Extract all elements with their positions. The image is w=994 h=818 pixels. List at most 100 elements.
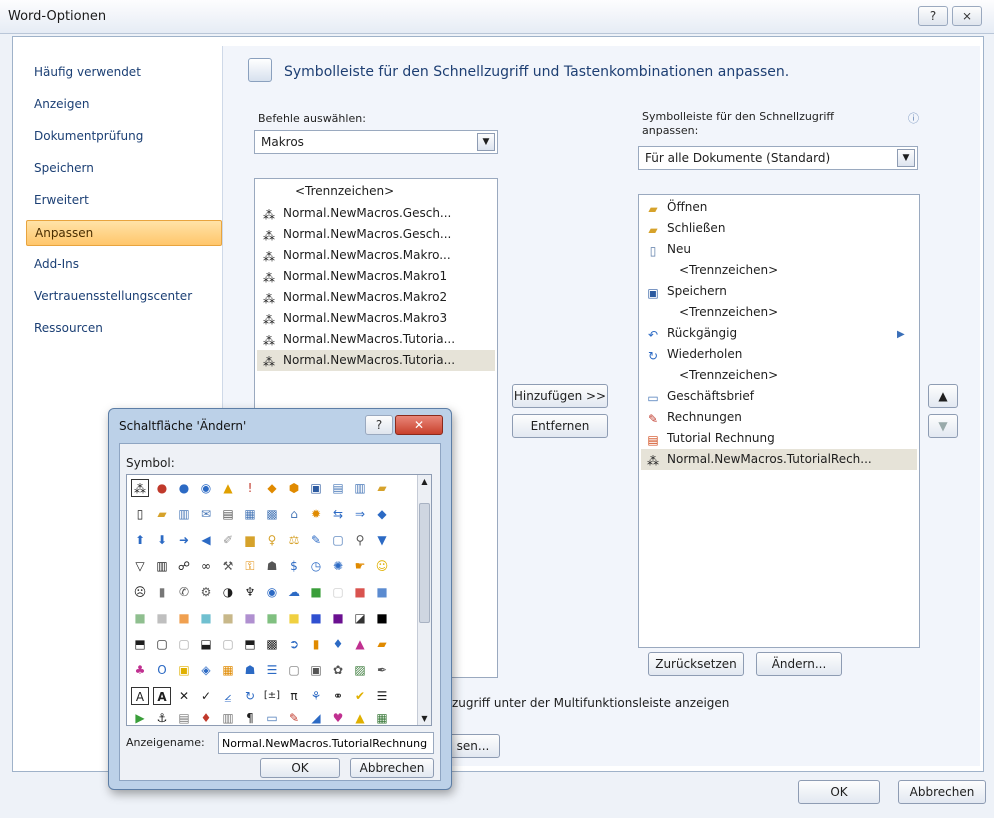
circle-icon[interactable]: ◉ <box>197 479 215 497</box>
key-icon[interactable]: ⚿ <box>241 557 259 575</box>
stop-icon[interactable]: ● <box>153 479 171 497</box>
lock-icon[interactable]: ▆ <box>241 531 259 549</box>
smiley-icon[interactable]: ☺ <box>373 557 391 575</box>
remove-button[interactable]: Entfernen <box>512 414 608 438</box>
person-icon[interactable]: ☗ <box>263 557 281 575</box>
chevron-down-icon[interactable]: ▼ <box>897 149 915 167</box>
close-button[interactable]: ⨯ <box>952 6 982 26</box>
group-icon[interactable]: ☗ <box>241 661 259 679</box>
shapes-icon[interactable]: ♣ <box>131 661 149 679</box>
copy-icon[interactable]: ▥ <box>351 479 369 497</box>
dialog-help-button[interactable]: ? <box>365 415 393 435</box>
list-item[interactable]: <Trennzeichen> <box>641 260 778 281</box>
warning-icon[interactable]: ▲ <box>219 479 237 497</box>
book-open-icon[interactable]: ▭ <box>263 709 281 727</box>
empty-square-icon[interactable]: ▢ <box>219 635 237 653</box>
customize-keyboard-button[interactable]: sen... <box>446 734 500 758</box>
glasses-icon[interactable]: ∞ <box>197 557 215 575</box>
tools-icon[interactable]: ⚒ <box>219 557 237 575</box>
refresh-icon[interactable]: ↻ <box>241 687 259 705</box>
blue-square-icon[interactable]: ■ <box>373 583 391 601</box>
list-item[interactable]: ▤ Tutorial Rechnung <box>641 428 774 449</box>
toolbar-scope-combo[interactable]: Für alle Dokumente (Standard) ▼ <box>638 146 918 170</box>
red-square-icon[interactable]: ■ <box>351 583 369 601</box>
symbol-grid[interactable]: ⁂ ● ● ◉ ▲ ! ◆ ⬢ ▣ ▤ ▥ ▰ ▯ ▰ ▥ ✉ ▤ ▦ ▩ ⌂ … <box>126 474 432 726</box>
sync-icon[interactable]: ⇆ <box>329 505 347 523</box>
table-icon[interactable]: ▦ <box>373 709 391 727</box>
lavender-swatch-icon[interactable]: ■ <box>241 609 259 627</box>
right-arrow-icon[interactable]: ➜ <box>175 531 193 549</box>
top-half-icon[interactable]: ⬒ <box>241 635 259 653</box>
list-item[interactable]: ⁂ Normal.NewMacros.Tutoria... <box>257 329 455 350</box>
list-item[interactable]: ⁂ Normal.NewMacros.Makro3 <box>257 308 447 329</box>
nav-item-dokumentpruefung[interactable]: Dokumentprüfung <box>26 124 222 150</box>
scroll-down-icon[interactable]: ▼ <box>419 714 430 723</box>
list-item[interactable]: ⁂ Normal.NewMacros.Makro... <box>257 245 451 266</box>
pencil-icon[interactable]: ✎ <box>307 531 325 549</box>
list-item[interactable]: ↶ Rückgängig <box>641 323 737 344</box>
info-icon[interactable]: ● <box>175 479 193 497</box>
down-arrow-icon[interactable]: ⬇ <box>153 531 171 549</box>
white-square-icon[interactable]: ▢ <box>329 583 347 601</box>
half-black-icon[interactable]: ⬒ <box>131 635 149 653</box>
mint-swatch-icon[interactable]: ■ <box>263 609 281 627</box>
contrast-icon[interactable]: ◑ <box>219 583 237 601</box>
green-swatch-icon[interactable]: ■ <box>131 609 149 627</box>
modify-button[interactable]: Ändern... <box>756 652 842 676</box>
triangle-chart-icon[interactable]: ◢ <box>307 709 325 727</box>
image-icon[interactable]: ▣ <box>307 661 325 679</box>
back-icon[interactable]: ◀ <box>197 531 215 549</box>
nav-item-vertrauensstellungscenter[interactable]: Vertrauensstellungscenter <box>26 284 222 310</box>
sun-icon[interactable]: ✹ <box>307 505 325 523</box>
list-item[interactable]: ▰ Öffnen <box>641 197 707 218</box>
preview-icon[interactable]: ▦ <box>241 505 259 523</box>
purple-swatch-icon[interactable]: ■ <box>329 609 347 627</box>
shield-icon[interactable]: ⬢ <box>285 479 303 497</box>
paste-icon[interactable]: ▥ <box>175 505 193 523</box>
line-chart-icon[interactable]: ⦤ <box>219 687 237 705</box>
magnifier-icon[interactable]: ⚲ <box>351 531 369 549</box>
printer-setup-icon[interactable]: ▤ <box>175 709 193 727</box>
paragraph-icon[interactable]: ¶ <box>241 709 259 727</box>
heart-icon[interactable]: ♥ <box>329 709 347 727</box>
anchor-icon[interactable]: ⚓ <box>153 709 171 727</box>
area-chart-icon[interactable]: ▲ <box>351 635 369 653</box>
checkmark-icon[interactable]: ✔ <box>351 687 369 705</box>
sparkle-icon[interactable]: ✺ <box>329 557 347 575</box>
cyan-swatch-icon[interactable]: ■ <box>197 609 215 627</box>
bottom-half-icon[interactable]: ⬓ <box>197 635 215 653</box>
filter-icon[interactable]: ▼ <box>373 531 391 549</box>
commands-combo[interactable]: Makros ▼ <box>254 130 498 154</box>
list-item[interactable]: ⁂ Normal.NewMacros.Makro1 <box>257 266 447 287</box>
show-below-ribbon-label[interactable]: zugriff unter der Multifunktionsleiste a… <box>452 696 729 710</box>
list-item[interactable]: ▭ Geschäftsbrief <box>641 386 754 407</box>
navy-swatch-icon[interactable]: ■ <box>307 609 325 627</box>
bulb-icon[interactable]: ♀ <box>263 531 281 549</box>
list-item[interactable]: ▣ Speichern <box>641 281 727 302</box>
nav-item-anpassen[interactable]: Anpassen <box>26 220 222 246</box>
chevron-right-icon[interactable]: ▶ <box>897 329 905 340</box>
copy-pages-icon[interactable]: ▥ <box>219 709 237 727</box>
light-square-icon[interactable]: ▢ <box>175 635 193 653</box>
symbol-grid-scrollbar[interactable]: ▲ ▼ <box>417 475 431 725</box>
cloud-icon[interactable]: ☁ <box>285 583 303 601</box>
nav-item-haeufig[interactable]: Häufig verwendet <box>26 60 222 86</box>
stacked-icon[interactable]: ▰ <box>373 635 391 653</box>
list-item[interactable]: ⁂ Normal.NewMacros.Gesch... <box>257 224 451 245</box>
hand-icon[interactable]: ☛ <box>351 557 369 575</box>
comment-icon[interactable]: ♦ <box>197 709 215 727</box>
list-item[interactable]: <Trennzeichen> <box>641 302 778 323</box>
diamond-icon[interactable]: ◆ <box>263 479 281 497</box>
page-icon[interactable]: ▮ <box>153 583 171 601</box>
pen-tool-icon[interactable]: ✒ <box>373 661 391 679</box>
list-item[interactable]: ▯ Neu <box>641 239 691 260</box>
add-button[interactable]: Hinzufügen >> <box>512 384 608 408</box>
save-icon[interactable]: ▣ <box>307 479 325 497</box>
nav-item-addins[interactable]: Add-Ins <box>26 252 222 278</box>
play-icon[interactable]: ▶ <box>131 709 149 727</box>
yellow-swatch-icon[interactable]: ■ <box>285 609 303 627</box>
folder-icon[interactable]: ▰ <box>373 479 391 497</box>
folder-open-icon[interactable]: ▰ <box>153 505 171 523</box>
orange-swatch-icon[interactable]: ■ <box>175 609 193 627</box>
display-name-input[interactable] <box>218 732 434 754</box>
